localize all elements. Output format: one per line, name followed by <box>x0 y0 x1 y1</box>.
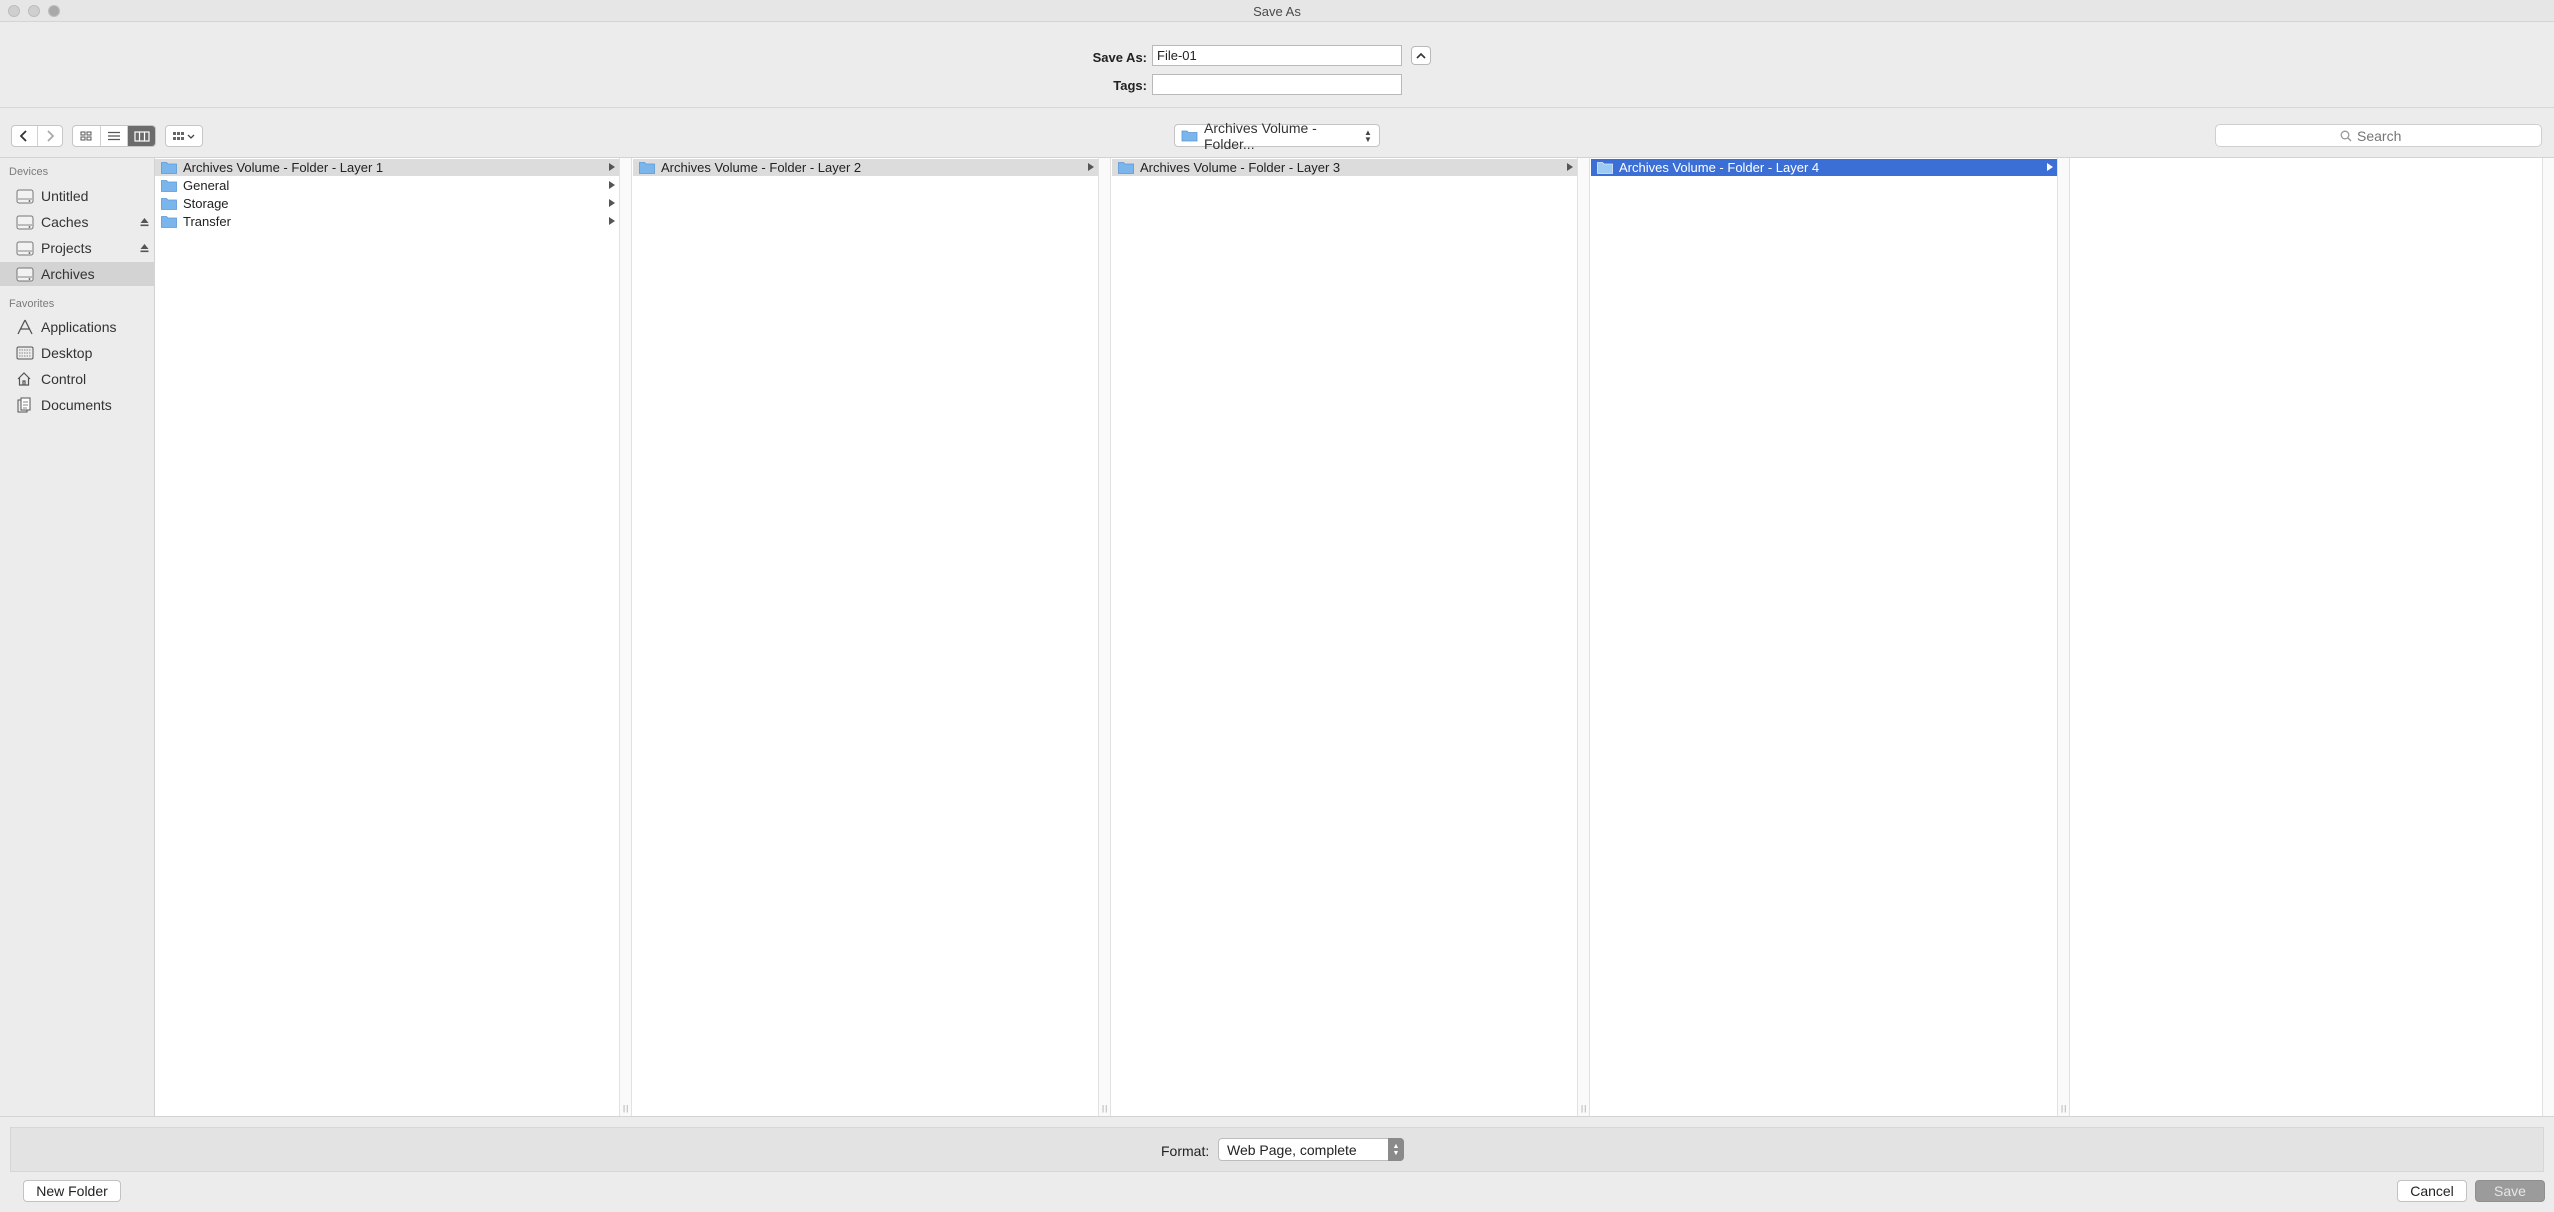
column-view-button[interactable] <box>128 126 155 146</box>
folder-icon <box>1597 162 1613 174</box>
forward-button[interactable] <box>38 126 63 146</box>
browser-column-2: Archives Volume - Folder - Layer 2 <box>633 158 1099 1116</box>
sidebar-item-archives[interactable]: Archives <box>0 262 155 286</box>
sidebar-item-untitled[interactable]: Untitled <box>0 184 155 208</box>
disclosure-arrow-icon <box>2047 163 2053 171</box>
chevron-left-icon <box>19 130 27 142</box>
tags-label: Tags: <box>1113 78 1147 93</box>
desktop-icon <box>16 346 38 360</box>
format-select[interactable]: Web Page, complete ▲ ▼ <box>1218 1138 1404 1161</box>
disk-icon <box>16 189 38 204</box>
list-item[interactable]: Transfer <box>155 213 619 230</box>
group-by-button[interactable] <box>165 125 203 147</box>
applications-icon <box>16 319 38 335</box>
view-mode-group <box>72 125 156 147</box>
disclosure-arrow-icon <box>1567 163 1573 171</box>
new-folder-button[interactable]: New Folder <box>23 1180 121 1202</box>
column-resize-handle[interactable]: || <box>620 158 632 1116</box>
column-resize-handle[interactable]: || <box>1578 158 1590 1116</box>
sidebar-item-control[interactable]: Control <box>0 367 155 391</box>
back-button[interactable] <box>12 126 38 146</box>
sidebar-item-desktop[interactable]: Desktop <box>0 341 155 365</box>
sidebar-item-caches[interactable]: Caches <box>0 210 155 234</box>
group-grid-icon <box>173 132 195 140</box>
disclosure-arrow-icon <box>1088 163 1094 171</box>
popup-arrows-icon: ▲ ▼ <box>1364 127 1372 144</box>
folder-icon <box>161 162 177 174</box>
save-button[interactable]: Save <box>2475 1180 2545 1202</box>
sidebar-item-documents[interactable]: Documents <box>0 393 155 417</box>
nav-buttons <box>11 125 63 147</box>
column-resize-handle[interactable] <box>2542 158 2554 1116</box>
save-as-dialog: Save As Save As: Tags: <box>0 0 2554 1212</box>
list-item[interactable]: General <box>155 177 619 194</box>
window-title: Save As <box>1253 4 1301 19</box>
cancel-button[interactable]: Cancel <box>2397 1180 2467 1202</box>
popup-arrows-icon: ▲ ▼ <box>1388 1138 1404 1161</box>
list-item[interactable]: Archives Volume - Folder - Layer 3 <box>1112 159 1577 176</box>
sidebar: Devices Untitled Caches Projects Archive… <box>0 158 155 1116</box>
path-popup-label: Archives Volume - Folder... <box>1204 119 1317 152</box>
icon-view-button[interactable] <box>73 126 101 146</box>
search-field[interactable] <box>2215 124 2542 147</box>
list-item[interactable]: Storage <box>155 195 619 212</box>
sidebar-item-projects[interactable]: Projects <box>0 236 155 260</box>
browser-column-3: Archives Volume - Folder - Layer 3 <box>1112 158 1578 1116</box>
list-item[interactable]: Archives Volume - Folder - Layer 4 <box>1591 159 2057 176</box>
folder-icon <box>1181 130 1198 142</box>
file-browser: Devices Untitled Caches Projects Archive… <box>0 157 2554 1117</box>
chevron-up-icon <box>1416 52 1426 59</box>
browser-column-1: Archives Volume - Folder - Layer 1 Gener… <box>155 158 620 1116</box>
column-resize-handle[interactable]: || <box>1099 158 1111 1116</box>
eject-icon[interactable] <box>140 215 149 230</box>
sidebar-item-applications[interactable]: Applications <box>0 315 155 339</box>
format-bar: Format: Web Page, complete ▲ ▼ <box>10 1127 2544 1172</box>
search-icon <box>2340 130 2352 141</box>
browser-column-4: Archives Volume - Folder - Layer 4 <box>1591 158 2058 1116</box>
column-view-icon <box>134 130 150 142</box>
folder-icon <box>161 198 177 210</box>
browser-column-5 <box>2071 158 2542 1116</box>
disclosure-arrow-icon <box>609 163 615 171</box>
column-resize-handle[interactable]: || <box>2058 158 2070 1116</box>
path-popup[interactable]: Archives Volume - Folder... ▲ ▼ <box>1174 120 1380 152</box>
title-bar: Save As <box>0 0 2554 22</box>
disclosure-arrow-icon <box>609 217 615 225</box>
list-view-button[interactable] <box>101 126 129 146</box>
eject-icon[interactable] <box>140 241 149 256</box>
list-item[interactable]: Archives Volume - Folder - Layer 2 <box>633 159 1098 176</box>
group-by-inner[interactable] <box>166 126 202 146</box>
folder-icon <box>161 216 177 228</box>
folder-icon <box>1118 162 1134 174</box>
format-value: Web Page, complete <box>1227 1141 1357 1158</box>
favorites-header: Favorites <box>9 298 55 310</box>
chevron-right-icon <box>47 130 55 142</box>
folder-icon <box>639 162 655 174</box>
search-input[interactable] <box>2357 127 2417 144</box>
filename-input[interactable] <box>1152 45 1402 66</box>
save-as-label: Save As: <box>1092 50 1147 65</box>
format-label: Format: <box>1161 1143 1210 1159</box>
disk-icon <box>16 215 38 230</box>
disk-icon <box>16 241 38 256</box>
list-item[interactable]: Archives Volume - Folder - Layer 1 <box>155 159 619 176</box>
list-view-icon <box>108 131 120 141</box>
disk-icon <box>16 267 38 282</box>
tags-input[interactable] <box>1152 74 1402 95</box>
home-icon <box>16 371 38 387</box>
expand-dialog-button[interactable] <box>1411 46 1431 65</box>
header-divider <box>0 107 2554 108</box>
documents-icon <box>16 397 38 413</box>
devices-header: Devices <box>9 166 49 178</box>
disclosure-arrow-icon <box>609 181 615 189</box>
folder-icon <box>161 180 177 192</box>
icon-view-icon <box>80 131 92 141</box>
disclosure-arrow-icon <box>609 199 615 207</box>
